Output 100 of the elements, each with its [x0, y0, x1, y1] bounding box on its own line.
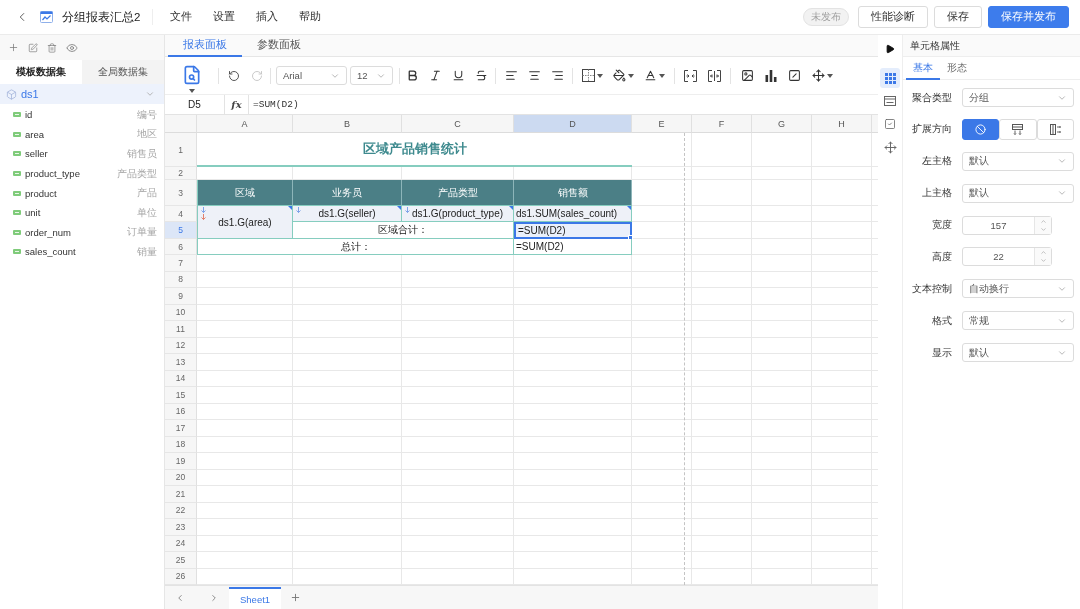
column-header[interactable]: D	[514, 115, 632, 133]
row-number[interactable]: 6	[165, 239, 197, 255]
corner-marker-icon	[288, 206, 292, 210]
caret-icon[interactable]	[659, 73, 665, 78]
italic-icon[interactable]	[429, 69, 442, 82]
segment-button[interactable]	[962, 118, 1000, 140]
align-left-icon[interactable]	[505, 69, 518, 82]
cell-reference-field[interactable]: D5	[165, 95, 225, 114]
row-number[interactable]: 19	[165, 453, 197, 470]
panel-tab[interactable]: 形态	[940, 57, 974, 80]
field-type-icon	[13, 229, 21, 235]
panel-title: 单元格属性	[903, 35, 1080, 57]
row-number[interactable]: 21	[165, 486, 197, 503]
formula-cell[interactable]: =SUM(D2)	[514, 222, 632, 239]
side-tool-button[interactable]	[880, 68, 900, 88]
image-icon[interactable]	[741, 69, 754, 82]
property-label: 高度	[932, 249, 952, 264]
split-cells-icon[interactable]	[708, 69, 721, 82]
trash-icon[interactable]	[47, 42, 57, 53]
outline-button[interactable]: 保存	[934, 6, 982, 28]
caret-icon[interactable]	[189, 88, 195, 93]
field-label: 订单量	[127, 225, 157, 240]
field-cell[interactable]: ds1.G(product_type)	[402, 206, 514, 222]
field-cell[interactable]: ds1.SUM(sales_count)	[514, 206, 632, 222]
corner-marker-icon	[397, 206, 401, 210]
bar-chart-icon[interactable]	[765, 69, 777, 82]
align-right-icon[interactable]	[551, 69, 564, 82]
select-field[interactable]: 自动换行	[962, 279, 1074, 299]
editor-tab[interactable]: 报表面板	[168, 35, 242, 57]
add-icon[interactable]	[8, 42, 19, 53]
menu-item[interactable]: 设置	[213, 10, 236, 24]
panel-tab[interactable]: 基本	[906, 57, 940, 80]
row-number[interactable]: 23	[165, 519, 197, 536]
header-cell: 区域	[197, 180, 293, 206]
field-cell[interactable]: ds1.G(seller)	[293, 206, 402, 222]
menu-item[interactable]: 插入	[256, 10, 279, 24]
field-name[interactable]: seller	[25, 148, 48, 160]
row-number[interactable]: 13	[165, 354, 197, 371]
field-label: 地区	[137, 127, 157, 142]
select-field[interactable]: 分组	[962, 88, 1074, 107]
row-number[interactable]: 2	[165, 167, 197, 180]
menu-item[interactable]: 帮助	[299, 10, 322, 24]
checkbox-icon	[884, 118, 896, 130]
move-icon[interactable]	[812, 69, 825, 82]
field-name[interactable]: id	[25, 109, 33, 121]
property-label: 文本控制	[912, 281, 952, 296]
underline-icon[interactable]	[452, 69, 465, 82]
primary-button[interactable]: 保存并发布	[988, 6, 1069, 28]
formula-cell[interactable]: =SUM(D2)	[514, 239, 632, 255]
field-name[interactable]: product	[25, 187, 57, 199]
strikethrough-icon[interactable]	[475, 69, 488, 82]
add-icon[interactable]	[290, 592, 302, 603]
font-select[interactable]: Arial	[276, 66, 347, 85]
field-name[interactable]: sales_count	[25, 246, 76, 258]
document-search-icon[interactable]	[182, 64, 202, 85]
caret-icon[interactable]	[628, 73, 634, 78]
row-number[interactable]: 4	[165, 206, 197, 222]
row-number[interactable]: 11	[165, 321, 197, 338]
caret-icon[interactable]	[827, 73, 833, 78]
dataset-item[interactable]: ds1	[0, 84, 164, 104]
row-number[interactable]: 5	[165, 222, 197, 239]
editor-tab[interactable]: 参数面板	[242, 35, 316, 57]
status-badge: 未发布	[803, 8, 849, 26]
row-number[interactable]: 7	[165, 255, 197, 272]
caret-icon[interactable]	[597, 73, 603, 78]
field-name[interactable]: order_num	[25, 226, 71, 238]
sheet-tab[interactable]: Sheet1	[229, 587, 282, 609]
field-type-icon	[13, 210, 21, 216]
dataset-tab[interactable]: 全局数据集	[82, 60, 164, 84]
property-label: 上主格	[922, 186, 952, 201]
row-number[interactable]: 1	[165, 133, 197, 167]
row-number[interactable]: 3	[165, 180, 197, 206]
field-name[interactable]: product_type	[25, 168, 80, 180]
border-grid-icon[interactable]	[582, 69, 595, 82]
select-field[interactable]: 默认	[962, 183, 1074, 203]
slashed-square-icon[interactable]	[788, 69, 801, 82]
bold-icon[interactable]	[406, 69, 419, 82]
select-field[interactable]: 默认	[962, 343, 1074, 363]
header-cell: 业务员	[293, 180, 402, 206]
field-name[interactable]: area	[25, 128, 44, 140]
merge-cells-icon[interactable]	[684, 69, 697, 82]
row-number[interactable]: 15	[165, 387, 197, 404]
field-name[interactable]: unit	[25, 207, 41, 219]
paint-bucket-icon[interactable]	[613, 69, 626, 82]
field-label: 产品类型	[117, 166, 157, 181]
formula-input[interactable]: =SUM(D2)	[249, 95, 878, 114]
select-field[interactable]: 默认	[962, 151, 1074, 171]
row-number[interactable]: 25	[165, 552, 197, 569]
font-size-select[interactable]: 12	[350, 66, 393, 85]
outline-button[interactable]: 性能诊断	[858, 6, 928, 28]
row-number[interactable]: 17	[165, 420, 197, 437]
menu-item[interactable]: 文件	[170, 10, 193, 24]
header-cell: 产品类型	[402, 180, 514, 206]
field-cell[interactable]: ds1.G(area)	[197, 206, 293, 239]
font-color-icon[interactable]	[644, 69, 657, 82]
select-field[interactable]: 常规	[962, 311, 1074, 331]
align-center-icon[interactable]	[528, 69, 541, 82]
undo-icon[interactable]	[228, 69, 240, 82]
play-icon[interactable]	[885, 44, 895, 54]
row-number[interactable]: 9	[165, 288, 197, 305]
